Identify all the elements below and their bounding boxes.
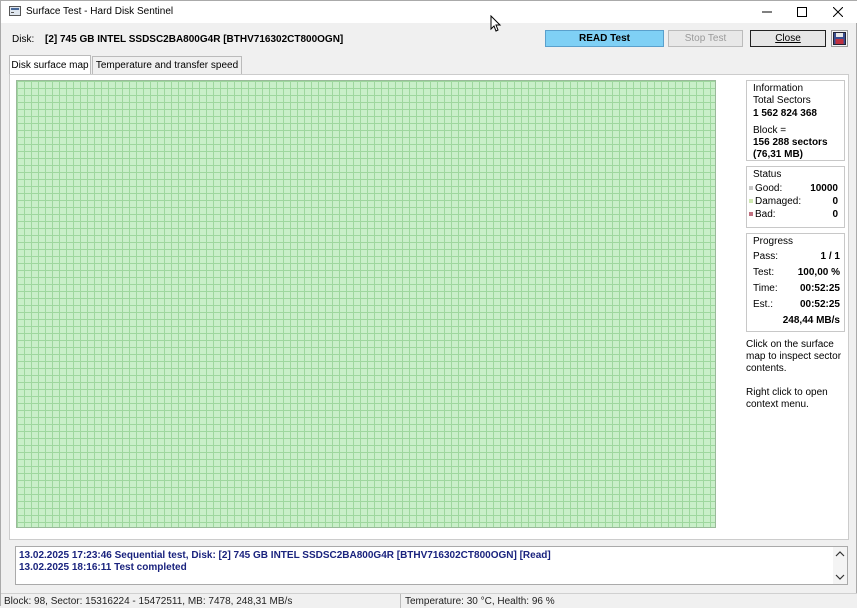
est-value: 00:52:25	[799, 299, 840, 310]
time-value: 00:52:25	[799, 283, 840, 294]
bad-value: 0	[832, 209, 838, 220]
log-entry: 13.02.2025 18:16:11 Test completed	[19, 562, 187, 573]
disk-label: Disk:	[12, 34, 35, 45]
tab-disk-surface-map[interactable]: Disk surface map	[9, 55, 91, 74]
hint-line: contents.	[746, 363, 787, 374]
save-button[interactable]	[831, 30, 848, 47]
good-color-swatch	[749, 186, 753, 190]
disk-name: [2] 745 GB INTEL SSDSC2BA800G4R [BTHV716…	[45, 34, 344, 45]
total-sectors-value: 1 562 824 368	[753, 108, 817, 119]
hint-line: map to inspect sector	[746, 351, 842, 362]
hint-line: Right click to open	[746, 387, 828, 398]
information-title: Information	[753, 83, 804, 94]
window-close-button[interactable]	[821, 1, 855, 23]
progress-title: Progress	[753, 236, 794, 247]
scroll-down-icon[interactable]	[835, 573, 845, 581]
save-icon	[833, 32, 846, 45]
surface-test-window: Surface Test - Hard Disk Sentinel Disk: …	[0, 0, 857, 608]
est-label: Est.:	[753, 299, 774, 310]
disk-surface-map[interactable]	[16, 80, 716, 528]
bad-label: Bad:	[755, 209, 776, 220]
progress-group: Progress Pass: 1 / 1 Test: 100,00 % Time…	[746, 233, 845, 332]
status-group: Status Good: 10000 Damaged: 0 Bad: 0	[746, 166, 845, 228]
information-group: Information Total Sectors 1 562 824 368 …	[746, 80, 845, 161]
context-menu-hint: Right click to open context menu.	[746, 387, 851, 411]
close-icon	[833, 7, 843, 17]
stop-test-button[interactable]: Stop Test	[668, 30, 743, 47]
minimize-icon	[762, 11, 772, 13]
log-entry: 13.02.2025 17:23:46 Sequential test, Dis…	[19, 550, 551, 561]
scroll-up-icon[interactable]	[835, 550, 845, 558]
close-button-label: Close	[775, 33, 801, 44]
test-log[interactable]: 13.02.2025 17:23:46 Sequential test, Dis…	[15, 546, 848, 585]
temperature-health-text: Temperature: 30 °C, Health: 96 %	[405, 596, 555, 607]
minimize-button[interactable]	[750, 1, 784, 23]
damaged-value: 0	[832, 196, 838, 207]
test-percent-value: 100,00 %	[797, 267, 840, 278]
status-title: Status	[753, 169, 782, 180]
hard-disk-icon	[9, 6, 21, 16]
window-title: Surface Test - Hard Disk Sentinel	[26, 6, 174, 17]
read-test-button[interactable]: READ Test	[545, 30, 664, 47]
damaged-label: Damaged:	[755, 196, 802, 207]
test-label: Test:	[753, 267, 775, 278]
good-label: Good:	[755, 183, 783, 194]
hint-line: context menu.	[746, 399, 809, 410]
surface-click-hint: Click on the surface map to inspect sect…	[746, 339, 851, 375]
block-mb-value: (76,31 MB)	[753, 149, 804, 160]
time-label: Time:	[753, 283, 778, 294]
log-scrollbar[interactable]	[833, 547, 847, 584]
pass-label: Pass:	[753, 251, 779, 262]
damaged-color-swatch	[749, 199, 753, 203]
title-bar[interactable]: Surface Test - Hard Disk Sentinel	[1, 1, 857, 23]
maximize-button[interactable]	[785, 1, 819, 23]
block-sectors-value: 156 288 sectors	[753, 137, 828, 148]
block-label: Block =	[753, 125, 787, 136]
total-sectors-label: Total Sectors	[753, 95, 811, 106]
pass-value: 1 / 1	[820, 251, 840, 262]
status-bar: Block: 98, Sector: 15316224 - 15472511, …	[1, 593, 857, 608]
hint-line: Click on the surface	[746, 339, 834, 350]
good-value: 10000	[810, 183, 838, 194]
maximize-icon	[797, 7, 807, 17]
bad-color-swatch	[749, 212, 753, 216]
close-button[interactable]: Close	[750, 30, 826, 47]
transfer-speed-value: 248,44 MB/s	[782, 315, 840, 326]
block-info-text: Block: 98, Sector: 15316224 - 15472511, …	[4, 596, 293, 607]
tab-temperature-transfer-speed[interactable]: Temperature and transfer speed	[92, 56, 242, 74]
